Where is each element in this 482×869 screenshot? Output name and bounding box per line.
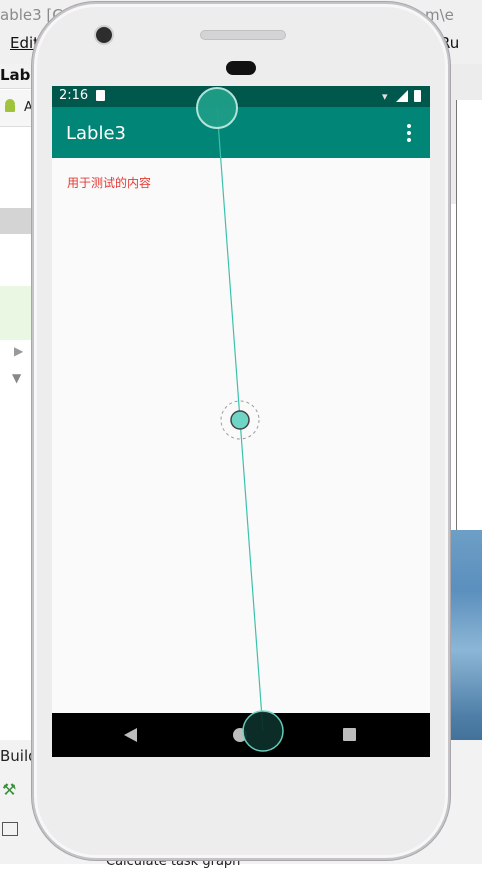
- recents-icon[interactable]: [343, 728, 356, 741]
- earpiece-speaker: [200, 30, 286, 40]
- collapse-arrow-icon[interactable]: ▼: [12, 371, 21, 385]
- proximity-sensor: [226, 61, 256, 75]
- app-toolbar: Lable3: [52, 107, 430, 158]
- front-camera-icon: [96, 27, 112, 43]
- content-textview: 用于测试的内容: [67, 176, 152, 190]
- home-icon[interactable]: [233, 728, 247, 742]
- status-time: 2:16: [59, 88, 89, 103]
- app-title: Lable3: [66, 123, 127, 144]
- ide-tree-selected-row[interactable]: [0, 208, 34, 234]
- status-bar: 2:16 ▾: [52, 86, 430, 107]
- back-icon[interactable]: [124, 728, 137, 742]
- terminal-icon[interactable]: [2, 822, 18, 836]
- overflow-menu-icon[interactable]: [402, 124, 414, 144]
- battery-icon: [414, 90, 421, 102]
- hammer-icon[interactable]: ⚒: [2, 780, 16, 799]
- ide-tree-highlight: [0, 286, 34, 340]
- sd-card-icon: [96, 90, 105, 101]
- wifi-icon: ▾: [382, 90, 388, 103]
- device-screen[interactable]: 2:16 ▾ Lable3 用于测试的内容: [52, 86, 430, 757]
- signal-icon: [396, 90, 408, 102]
- ide-side-panel: [456, 100, 482, 531]
- expand-arrow-icon[interactable]: ▶: [14, 344, 23, 358]
- android-icon: [5, 99, 15, 112]
- navigation-bar: [52, 713, 430, 757]
